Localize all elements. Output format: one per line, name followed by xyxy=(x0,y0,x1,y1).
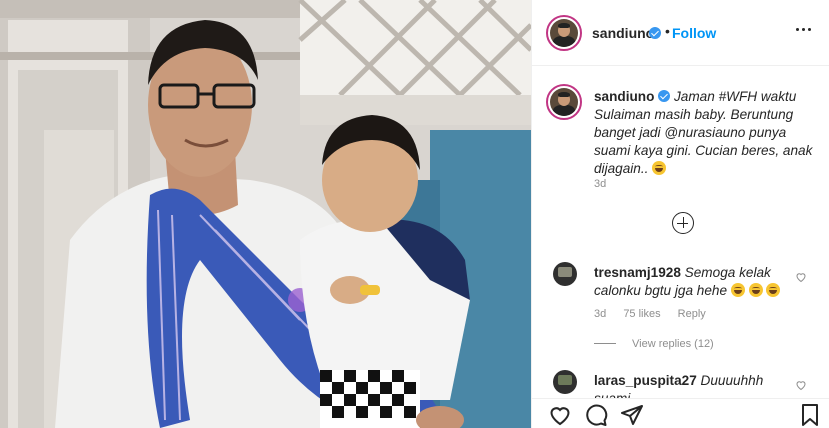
share-icon[interactable] xyxy=(620,403,644,427)
comment-timestamp[interactable]: 3d xyxy=(594,308,606,320)
grinning-face-icon xyxy=(652,161,667,175)
plus-circle-icon[interactable] xyxy=(672,212,694,234)
comment-meta: 3d 75 likes Reply xyxy=(594,308,720,320)
post-photo[interactable] xyxy=(0,0,531,428)
caption-body-part: Jaman xyxy=(670,89,719,104)
hashtag-link[interactable]: #WFH xyxy=(719,89,758,104)
caption-timestamp[interactable]: 3d xyxy=(594,178,606,190)
caption-author-avatar[interactable] xyxy=(546,84,582,120)
caption-username[interactable]: sandiuno xyxy=(594,89,654,104)
header-separator: • xyxy=(665,23,670,39)
author-username[interactable]: sandiuno xyxy=(592,25,654,41)
caption-text: sandiuno Jaman #WFH waktu Sulaiman masih… xyxy=(594,88,814,178)
replies-divider xyxy=(594,343,616,344)
avatar-image xyxy=(550,19,578,47)
like-comment-heart-icon[interactable] xyxy=(795,379,807,391)
commenter-avatar[interactable] xyxy=(553,370,577,394)
comment-likes[interactable]: 75 likes xyxy=(623,308,660,320)
heart-icon[interactable] xyxy=(548,403,572,427)
like-comment-heart-icon[interactable] xyxy=(795,271,807,283)
comment-icon[interactable] xyxy=(584,403,608,427)
author-avatar[interactable] xyxy=(546,15,582,51)
verified-badge-icon xyxy=(658,90,671,102)
reply-button[interactable]: Reply xyxy=(678,308,706,320)
view-replies-button[interactable]: View replies (12) xyxy=(594,338,714,350)
post-side-panel: sandiuno • Follow sandiuno Jaman #WFH wa… xyxy=(531,0,829,428)
photo-illustration xyxy=(0,0,531,428)
verified-badge-icon xyxy=(649,27,661,39)
follow-button[interactable]: Follow xyxy=(672,25,716,41)
commenter-avatar[interactable] xyxy=(553,262,577,286)
commenter-username[interactable]: tresnamj1928 xyxy=(594,265,681,280)
commenter-username[interactable]: laras_puspita27 xyxy=(594,373,697,388)
smiling-face-icon xyxy=(730,283,745,297)
mention-link[interactable]: @nurasiauno xyxy=(664,125,745,140)
smiling-face-icon xyxy=(748,283,763,297)
avatar-image xyxy=(550,88,578,116)
more-options-icon[interactable] xyxy=(796,28,816,38)
post-action-bar xyxy=(532,398,829,428)
comment-text: tresnamj1928 Semoga kelak calonku bgtu j… xyxy=(594,264,799,300)
post-header: sandiuno • Follow xyxy=(532,0,829,66)
smiling-face-icon xyxy=(766,283,781,297)
view-replies-label: View replies (12) xyxy=(632,338,714,350)
bookmark-icon[interactable] xyxy=(798,403,822,427)
